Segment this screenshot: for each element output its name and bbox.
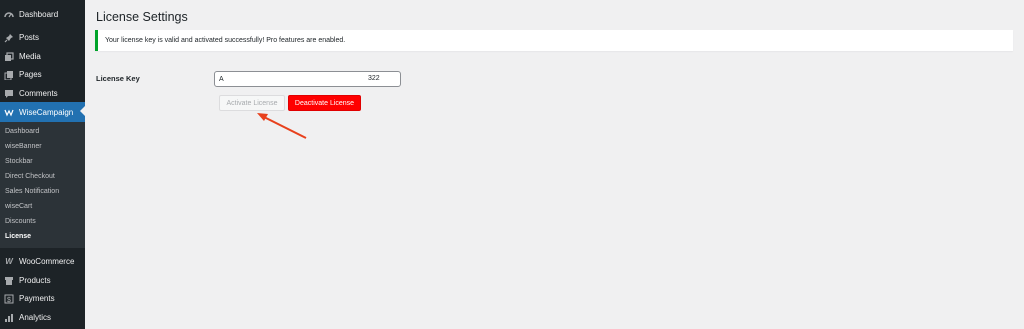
- menu-item-comments[interactable]: Comments: [0, 84, 85, 103]
- menu-item-posts[interactable]: Posts: [0, 28, 85, 47]
- license-key-suffix: 322: [368, 75, 380, 82]
- wisecampaign-icon: [4, 107, 14, 117]
- submenu-item-stockbar[interactable]: Stockbar: [5, 157, 33, 167]
- admin-sidebar: Dashboard Posts Media Pages Comments Wis…: [0, 0, 85, 329]
- speech-bubble-icon: [4, 89, 14, 99]
- submenu-item-sales-notification[interactable]: Sales Notification: [5, 187, 59, 197]
- submenu-item-direct-checkout[interactable]: Direct Checkout: [5, 172, 55, 182]
- menu-label-products: Products: [19, 276, 51, 285]
- menu-item-woocommerce[interactable]: W WooCommerce: [0, 252, 85, 271]
- current-menu-arrow: [80, 106, 85, 116]
- submenu-item-wisecart[interactable]: wiseCart: [5, 202, 32, 212]
- gauge-icon: [4, 10, 14, 20]
- menu-item-dashboard[interactable]: Dashboard: [0, 5, 85, 24]
- menu-item-media[interactable]: Media: [0, 47, 85, 66]
- page-title: License Settings: [96, 10, 188, 24]
- license-key-label: License Key: [96, 74, 140, 83]
- success-notice-text: Your license key is valid and activated …: [105, 37, 346, 44]
- menu-label-posts: Posts: [19, 33, 40, 42]
- menu-item-wisecampaign[interactable]: WiseCampaign: [0, 102, 85, 122]
- dollar-icon: $: [4, 294, 14, 304]
- submenu-item-dashboard[interactable]: Dashboard: [5, 127, 39, 137]
- pushpin-icon: [4, 33, 14, 43]
- menu-label-dashboard: Dashboard: [19, 10, 59, 19]
- bar-chart-icon: [4, 313, 14, 323]
- submenu-item-wisebanner[interactable]: wiseBanner: [5, 142, 42, 152]
- menu-label-woocommerce: WooCommerce: [19, 257, 75, 266]
- menu-label-wisecampaign: WiseCampaign: [19, 107, 74, 117]
- svg-text:$: $: [7, 296, 11, 303]
- menu-item-payments[interactable]: $ Payments: [0, 289, 85, 308]
- woo-icon: W: [5, 256, 13, 266]
- menu-label-analytics: Analytics: [19, 313, 52, 322]
- menu-item-pages[interactable]: Pages: [0, 65, 85, 84]
- pages-icon: [4, 70, 14, 80]
- menu-label-media: Media: [19, 52, 41, 61]
- menu-label-payments: Payments: [19, 294, 55, 303]
- archive-box-icon: [4, 276, 14, 286]
- wisecampaign-submenu: Dashboard wiseBanner Stockbar Direct Che…: [0, 122, 85, 248]
- menu-label-pages: Pages: [19, 70, 42, 79]
- submenu-item-discounts[interactable]: Discounts: [5, 217, 36, 227]
- menu-item-products[interactable]: Products: [0, 271, 85, 290]
- submenu-item-license[interactable]: License: [5, 232, 31, 242]
- menu-item-analytics[interactable]: Analytics: [0, 308, 85, 327]
- success-notice: Your license key is valid and activated …: [95, 30, 1013, 51]
- annotation-arrow: [257, 113, 307, 139]
- media-icon: [4, 51, 14, 62]
- menu-label-comments: Comments: [19, 89, 58, 98]
